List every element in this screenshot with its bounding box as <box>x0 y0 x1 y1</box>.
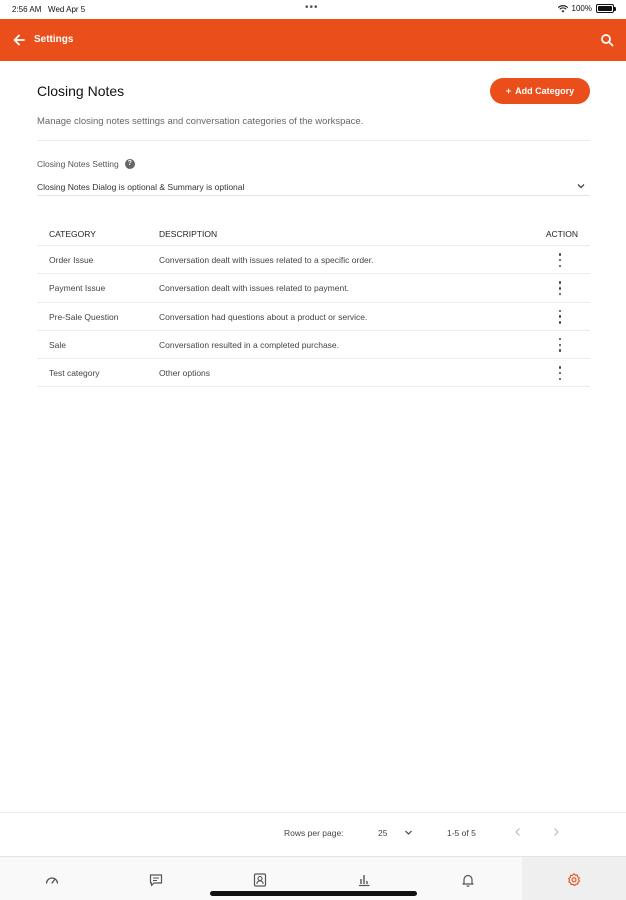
battery-percent: 100% <box>571 4 592 13</box>
pagination-range: 1-5 of 5 <box>447 828 476 838</box>
row-category: Test category <box>49 368 100 379</box>
page-subtitle: Manage closing notes settings and conver… <box>37 116 364 127</box>
more-vert-icon[interactable] <box>557 337 563 352</box>
battery-icon <box>596 4 616 13</box>
search-icon[interactable] <box>600 33 614 47</box>
settings-icon <box>568 873 581 887</box>
chevron-down-icon <box>577 184 585 189</box>
row-category: Sale <box>49 339 67 350</box>
status-bar: 2:56 AM Wed Apr 5 ••• 100% <box>0 0 626 19</box>
table-header: CATEGORY DESCRIPTION ACTION <box>37 220 590 246</box>
multitasking-dots-icon[interactable]: ••• <box>305 2 319 13</box>
app-bar-title: Settings <box>34 34 74 45</box>
home-indicator[interactable] <box>210 891 417 896</box>
wifi-icon <box>557 4 568 12</box>
add-category-button[interactable]: + Add Category <box>490 78 590 104</box>
row-category: Order Issue <box>49 255 94 265</box>
chevron-down-icon[interactable] <box>404 829 413 836</box>
header-category: CATEGORY <box>49 229 96 239</box>
reports-icon <box>359 875 370 887</box>
notifications-icon <box>462 874 474 887</box>
more-vert-icon[interactable] <box>557 253 563 267</box>
table-row: Test category Other options <box>37 359 590 388</box>
add-category-label: Add Category <box>515 86 575 96</box>
contacts-icon <box>253 873 267 887</box>
plus-icon: + <box>505 86 512 96</box>
row-description: Conversation resulted in a completed pur… <box>159 339 340 350</box>
closing-notes-setting-select[interactable]: Closing Notes Dialog is optional & Summa… <box>37 176 590 196</box>
nav-dashboard[interactable] <box>0 857 104 900</box>
dashboard-icon <box>45 877 59 884</box>
more-vert-icon[interactable] <box>557 281 563 296</box>
nav-chat[interactable] <box>104 857 208 900</box>
app-bar: Settings <box>0 19 626 61</box>
chevron-right-icon[interactable] <box>552 827 560 837</box>
table-row: Sale Conversation resulted in a complete… <box>37 331 590 360</box>
help-icon[interactable]: ? <box>124 159 135 169</box>
nav-settings[interactable] <box>522 857 626 900</box>
arrow-left-icon[interactable] <box>12 33 26 47</box>
header-description: DESCRIPTION <box>159 229 218 239</box>
rows-per-page-label: Rows per page: <box>284 828 344 838</box>
setting-label-text: Closing Notes Setting <box>37 159 119 169</box>
row-description: Other options <box>159 368 211 379</box>
nav-notifications[interactable] <box>416 857 520 900</box>
table-row: Pre-Sale Question Conversation had quest… <box>37 303 590 331</box>
more-vert-icon[interactable] <box>557 309 563 324</box>
more-vert-icon[interactable] <box>557 366 563 381</box>
rows-per-page-select[interactable]: 25 <box>378 828 387 838</box>
header-action: ACTION <box>545 229 578 239</box>
row-description: Conversation dealt with issues related t… <box>159 283 349 294</box>
status-time: 2:56 AM Wed Apr 5 <box>12 5 86 14</box>
chat-icon <box>149 874 163 887</box>
table-row: Payment Issue Conversation dealt with is… <box>37 274 590 303</box>
table-row: Order Issue Conversation dealt with issu… <box>37 246 590 275</box>
page-title: Closing Notes <box>37 83 125 99</box>
closing-notes-setting-label: Closing Notes Setting ? <box>37 159 135 169</box>
chevron-left-icon[interactable] <box>514 827 522 837</box>
categories-table: CATEGORY DESCRIPTION ACTION Order Issue … <box>37 220 590 388</box>
divider <box>37 140 590 141</box>
row-description: Conversation dealt with issues related t… <box>159 255 374 265</box>
setting-selected-value: Closing Notes Dialog is optional & Summa… <box>37 182 245 192</box>
status-indicators: 100% <box>557 4 616 13</box>
pagination: Rows per page: 25 1-5 of 5 <box>0 812 626 852</box>
row-category: Payment Issue <box>49 283 106 294</box>
row-description: Conversation had questions about a produ… <box>159 311 368 322</box>
row-category: Pre-Sale Question <box>49 311 119 322</box>
